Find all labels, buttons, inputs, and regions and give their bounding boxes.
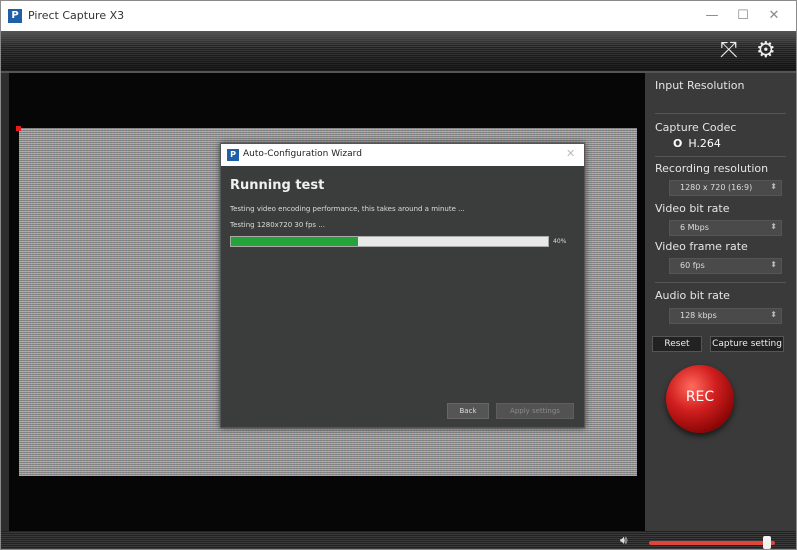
left-edge — [1, 73, 9, 531]
volume-icon[interactable]: 🔊︎ — [620, 533, 628, 547]
recording-resolution-value: 1280 x 720 (16:9) — [680, 183, 753, 192]
minimize-button[interactable]: — — [701, 6, 723, 26]
window-title: Pirect Capture X3 — [28, 9, 125, 22]
video-bit-rate-label: Video bit rate — [655, 202, 730, 215]
dialog-title: Auto-Configuration Wizard — [243, 149, 362, 159]
back-button[interactable]: Back — [447, 403, 489, 419]
video-frame-rate-select[interactable]: 60 fps ⬍ — [669, 258, 782, 274]
playback-bar — [1, 531, 796, 549]
spin-arrows-icon[interactable]: ⬍ — [770, 260, 777, 269]
dialog-heading: Running test — [230, 178, 325, 193]
spin-arrows-icon[interactable]: ⬍ — [770, 310, 777, 319]
maximize-button[interactable]: ☐ — [732, 6, 754, 26]
reset-button[interactable]: Reset — [652, 336, 702, 352]
app-window: P Pirect Capture X3 — ☐ ✕ ⤧ ⚙ Input Reso… — [0, 0, 797, 550]
record-button-label: REC — [685, 389, 715, 405]
input-resolution-label: Input Resolution — [655, 79, 745, 92]
volume-slider-thumb[interactable] — [763, 536, 772, 549]
volume-slider[interactable] — [649, 541, 775, 545]
progress-percent: 40% — [553, 238, 567, 245]
progress-bar — [230, 236, 549, 247]
sidebar-divider — [655, 156, 786, 157]
recording-resolution-select[interactable]: 1280 x 720 (16:9) ⬍ — [669, 180, 782, 196]
video-frame-rate-label: Video frame rate — [655, 240, 748, 253]
spin-arrows-icon[interactable]: ⬍ — [770, 182, 777, 191]
codec-value: H.264 — [688, 137, 721, 150]
title-bar: P Pirect Capture X3 — ☐ ✕ — [1, 1, 796, 31]
codec-option[interactable]: O H.264 — [673, 137, 721, 150]
record-button[interactable]: REC — [666, 365, 734, 433]
fullscreen-icon[interactable]: ⤧ — [720, 39, 738, 63]
close-button[interactable]: ✕ — [763, 6, 785, 26]
video-bit-rate-value: 6 Mbps — [680, 223, 709, 232]
sidebar-divider — [655, 282, 786, 283]
settings-sidebar: Input Resolution Capture Codec O H.264 Re… — [645, 73, 796, 531]
dialog-title-bar: P Auto-Configuration Wizard ✕ — [221, 144, 584, 166]
settings-icon[interactable]: ⚙ — [756, 39, 776, 63]
capture-setting-button[interactable]: Capture setting — [710, 336, 784, 352]
auto-configuration-wizard: P Auto-Configuration Wizard ✕ Running te… — [220, 143, 585, 428]
apply-settings-button[interactable]: Apply settings — [496, 403, 574, 419]
audio-bit-rate-value: 128 kbps — [680, 311, 717, 320]
toolbar-shade — [1, 31, 796, 71]
dialog-message: Testing video encoding performance, this… — [230, 205, 465, 213]
audio-bit-rate-select[interactable]: 128 kbps ⬍ — [669, 308, 782, 324]
app-logo-icon: P — [8, 9, 22, 23]
codec-radio-icon[interactable]: O — [673, 137, 682, 150]
video-frame-rate-value: 60 fps — [680, 261, 705, 270]
dialog-status: Testing 1280x720 30 fps ... — [230, 221, 325, 229]
recording-indicator — [16, 126, 21, 131]
spin-arrows-icon[interactable]: ⬍ — [770, 222, 777, 231]
sidebar-divider — [655, 113, 786, 114]
progress-fill — [231, 237, 358, 246]
capture-codec-label: Capture Codec — [655, 121, 737, 134]
dialog-close-icon[interactable]: ✕ — [566, 147, 575, 160]
recording-resolution-label: Recording resolution — [655, 162, 769, 175]
audio-bit-rate-label: Audio bit rate — [655, 289, 730, 302]
dialog-app-icon: P — [227, 149, 239, 161]
video-bit-rate-select[interactable]: 6 Mbps ⬍ — [669, 220, 782, 236]
